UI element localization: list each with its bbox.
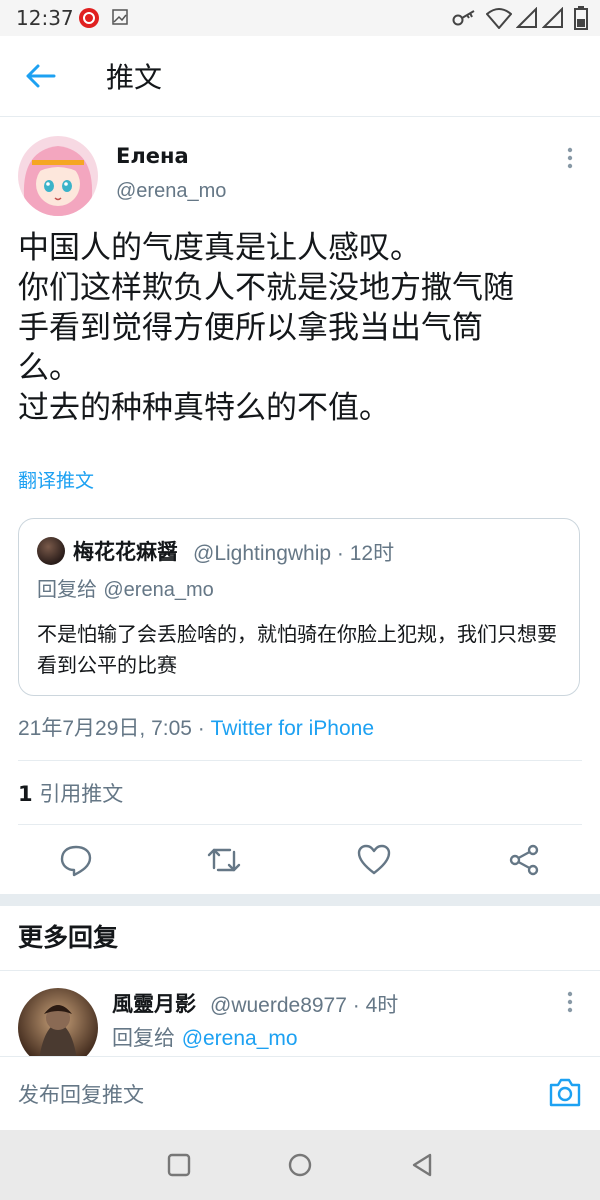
wifi-icon <box>486 8 512 29</box>
arrow-left-icon[interactable] <box>22 58 62 94</box>
more-replies-heading: 更多回复 <box>18 923 119 952</box>
quote-label: 引用推文 <box>39 782 124 806</box>
signal-icon <box>542 7 563 28</box>
reply-author-handle[interactable]: @wuerde8977 · 4时 <box>210 989 398 1019</box>
netease-music-icon <box>79 8 99 28</box>
back-icon[interactable] <box>410 1152 436 1178</box>
more-options-icon[interactable] <box>560 990 580 1014</box>
avatar[interactable] <box>18 136 98 216</box>
author-name[interactable]: Елена <box>116 144 189 168</box>
share-icon[interactable] <box>506 842 542 878</box>
quoted-text: 不是怕输了会丢脸啥的，就怕骑在你脸上犯规，我们只想要看到公平的比赛 <box>37 622 557 677</box>
divider <box>0 970 600 971</box>
tweet-source-link[interactable]: Twitter for iPhone <box>211 717 374 740</box>
tweet-text: 中国人的气度真是让人感叹。 你们这样欺负人不就是没地方撒气随 手看到觉得方便所以… <box>18 230 514 426</box>
reply-prefix: 回复给 <box>37 577 97 601</box>
quoted-reply-context: 回复给 @erena_mo <box>37 573 214 602</box>
status-bar: 12:37 <box>0 0 600 36</box>
quote-stats[interactable]: 1 引用推文 <box>18 778 123 808</box>
quoted-tweet[interactable]: 梅花花痳醤 @Lightingwhip · 12时 回复给 @erena_mo … <box>18 518 580 696</box>
reply-mention[interactable]: @erena_mo <box>182 1027 298 1050</box>
divider <box>18 760 582 761</box>
reply-context: 回复给 @erena_mo <box>112 1022 298 1052</box>
section-divider <box>0 894 600 906</box>
camera-icon[interactable] <box>548 1075 582 1109</box>
more-options-icon[interactable] <box>560 146 580 170</box>
quote-count: 1 <box>18 782 33 806</box>
gallery-icon <box>112 9 128 25</box>
tweet-date: 21年7月29日, 7:05 · <box>18 717 211 740</box>
reply-icon[interactable] <box>58 842 94 878</box>
reply-author-name[interactable]: 風靈月影 <box>112 988 196 1018</box>
like-icon[interactable] <box>356 842 392 878</box>
app-header: 推文 <box>0 36 600 117</box>
reply-mention: @erena_mo <box>103 579 214 601</box>
home-icon[interactable] <box>287 1152 313 1178</box>
retweet-icon[interactable] <box>206 842 242 878</box>
quoted-author-handle: @Lightingwhip · 12时 <box>193 542 395 565</box>
reply-prefix: 回复给 <box>112 1026 175 1050</box>
system-nav-bar <box>0 1130 600 1200</box>
tweet-meta: 21年7月29日, 7:05 · Twitter for iPhone <box>18 712 374 742</box>
compose-bar: 发布回复推文 <box>0 1056 600 1131</box>
battery-icon <box>574 6 588 30</box>
reply-input[interactable]: 发布回复推文 <box>18 1079 144 1109</box>
quoted-avatar <box>37 537 65 565</box>
quoted-author-name: 梅花花痳醤 <box>73 540 178 564</box>
divider <box>18 824 582 825</box>
key-icon <box>452 10 475 26</box>
translate-tweet-link[interactable]: 翻译推文 <box>18 466 94 493</box>
author-handle[interactable]: @erena_mo <box>116 180 226 203</box>
signal-icon <box>516 7 537 28</box>
recents-icon[interactable] <box>166 1152 192 1178</box>
page-title: 推文 <box>106 61 163 94</box>
status-time: 12:37 <box>16 6 74 30</box>
